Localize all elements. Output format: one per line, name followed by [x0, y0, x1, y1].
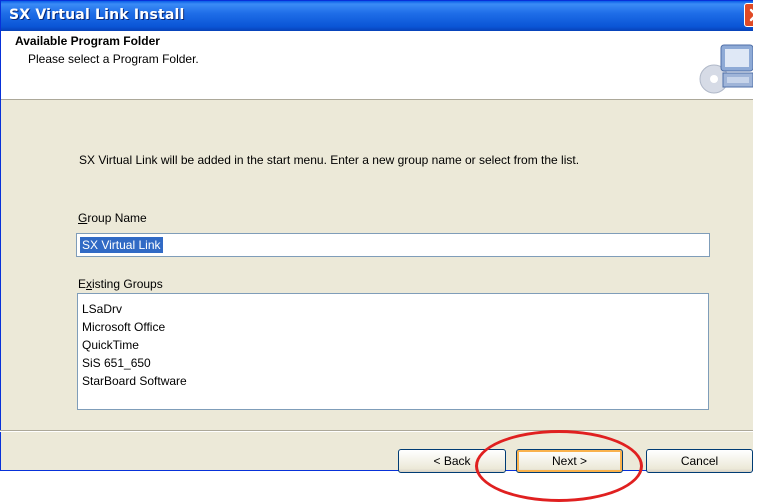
list-item[interactable]: StarBoard Software: [82, 372, 708, 390]
list-item[interactable]: SiS 651_650: [82, 354, 708, 372]
group-name-label: Group Name: [78, 211, 147, 225]
cancel-button[interactable]: Cancel: [646, 449, 753, 473]
group-name-input[interactable]: SX Virtual Link: [76, 233, 710, 257]
existing-groups-list[interactable]: LSaDrv Microsoft Office QuickTime SiS 65…: [77, 293, 709, 410]
computer-install-icon: [699, 44, 754, 94]
list-item[interactable]: QuickTime: [82, 336, 708, 354]
annotation-highlight-circle: [475, 430, 643, 502]
page-margin: [753, 0, 768, 489]
list-item[interactable]: Microsoft Office: [82, 318, 708, 336]
page-subtitle: Please select a Program Folder.: [28, 52, 199, 66]
group-name-label-rest: roup Name: [87, 211, 147, 225]
intro-text: SX Virtual Link will be added in the sta…: [79, 153, 580, 167]
footer-divider: [0, 430, 766, 432]
page-title: Available Program Folder: [15, 34, 160, 48]
title-bar[interactable]: SX Virtual Link Install: [1, 1, 767, 31]
list-item[interactable]: LSaDrv: [82, 300, 708, 318]
window-title: SX Virtual Link Install: [9, 7, 185, 23]
group-name-value: SX Virtual Link: [80, 237, 163, 253]
existing-groups-label: Existing Groups: [78, 277, 163, 291]
